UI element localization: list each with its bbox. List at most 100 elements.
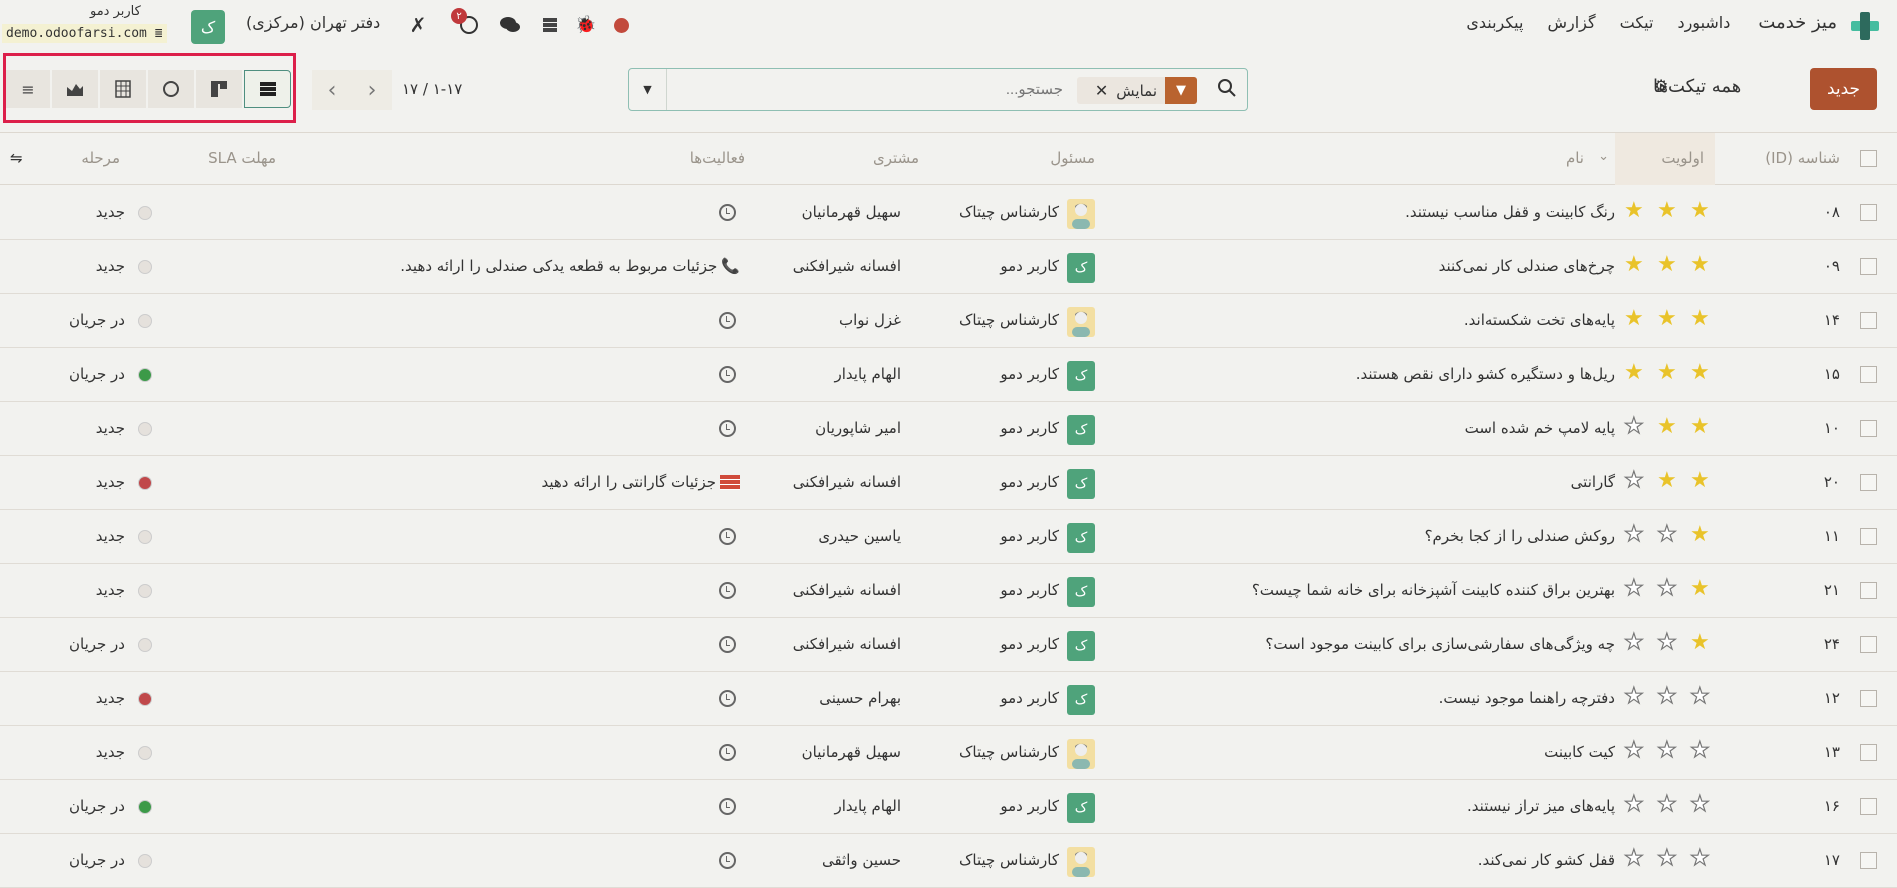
status-dot-icon[interactable] [614,18,629,33]
priority-star-icon[interactable]: ★ [1624,254,1644,276]
row-checkbox[interactable] [1860,528,1877,545]
activity-clock-icon[interactable] [719,312,736,329]
sort-chevron-icon[interactable]: ⌄ [1598,149,1609,164]
row-checkbox[interactable] [1860,582,1877,599]
activity-clock-icon[interactable] [719,582,736,599]
kanban-state-icon[interactable] [138,584,152,598]
column-customer[interactable]: مشتری [873,149,919,167]
priority-star-icon[interactable]: ★ [1623,793,1644,816]
priority-star-icon[interactable]: ★ [1657,254,1677,276]
priority-star-icon[interactable]: ★ [1689,793,1710,816]
table-row[interactable]: ۱۰ ★ ★ ★ پایه لامپ خم شده است ک کاربر دمو … [0,402,1897,456]
kanban-state-icon[interactable] [138,746,152,760]
chat-icon[interactable] [496,10,524,40]
view-list-button[interactable] [244,70,291,108]
tools-icon[interactable]: ✗ [404,10,432,40]
priority-star-icon[interactable]: ★ [1624,200,1644,222]
column-name[interactable]: نام [1566,149,1584,167]
priority-star-icon[interactable]: ★ [1657,308,1677,330]
app-name[interactable]: میز خدمت [1758,12,1837,33]
column-priority[interactable]: اولویت [1661,149,1704,167]
priority-star-icon[interactable]: ★ [1656,631,1677,654]
priority-star-icon[interactable]: ★ [1689,685,1710,708]
row-checkbox[interactable] [1860,420,1877,437]
kanban-state-icon[interactable] [138,260,152,274]
row-checkbox[interactable] [1860,744,1877,761]
table-row[interactable]: ۱۶ ★ ★ ★ پایه‌های میز تراز نیستند. ک کاربر… [0,780,1897,834]
table-row[interactable]: ۱۳ ★ ★ ★ کیت کابینت کارشناس چیتاک سهیل قهر… [0,726,1897,780]
row-checkbox[interactable] [1860,474,1877,491]
kanban-state-icon[interactable] [138,854,152,868]
row-checkbox[interactable] [1860,258,1877,275]
priority-star-icon[interactable]: ★ [1623,631,1644,654]
kanban-state-icon[interactable] [138,314,152,328]
priority-star-icon[interactable]: ★ [1657,470,1677,492]
menu-configuration[interactable]: پیکربندی [1466,13,1523,32]
priority-star-icon[interactable]: ★ [1690,470,1710,492]
priority-star-icon[interactable]: ★ [1690,254,1710,276]
kanban-state-icon[interactable] [138,368,152,382]
activity-button[interactable]: ۲ [451,8,483,40]
optional-columns-icon[interactable]: ⇋ [10,149,23,167]
view-activity-button[interactable] [148,70,195,108]
priority-star-icon[interactable]: ★ [1690,200,1710,222]
priority-star-icon[interactable]: ★ [1656,577,1677,600]
kanban-state-icon[interactable] [138,692,152,706]
row-checkbox[interactable] [1860,312,1877,329]
view-pivot-button[interactable] [100,70,147,108]
priority-star-icon[interactable]: ★ [1623,577,1644,600]
table-row[interactable]: ۱۲ ★ ★ ★ دفترچه راهنما موجود نیست. ک کاربر… [0,672,1897,726]
view-cohort-button[interactable]: ≡ [6,70,51,108]
row-checkbox[interactable] [1860,798,1877,815]
activity-clock-icon[interactable] [719,204,736,221]
user-avatar[interactable]: ک [191,10,225,44]
priority-star-icon[interactable]: ★ [1623,739,1644,762]
kanban-state-icon[interactable] [138,206,152,220]
kanban-state-icon[interactable] [138,476,152,490]
table-row[interactable]: ۲۰ ★ ★ ★ گارانتی ک کاربر دمو افسانه شیرافک… [0,456,1897,510]
menu-dashboard[interactable]: داشبورد [1677,13,1730,32]
priority-star-icon[interactable]: ★ [1690,524,1710,546]
user-name[interactable]: کاربر دمو [90,4,141,19]
view-kanban-button[interactable] [196,70,243,108]
priority-star-icon[interactable]: ★ [1690,632,1710,654]
row-checkbox[interactable] [1860,690,1877,707]
priority-star-icon[interactable]: ★ [1656,793,1677,816]
priority-star-icon[interactable]: ★ [1656,739,1677,762]
kanban-state-icon[interactable] [138,800,152,814]
activity-clock-icon[interactable] [719,636,736,653]
table-row[interactable]: ۱۵ ★ ★ ★ ریل‌ها و دستگیره کشو دارای نقص هس… [0,348,1897,402]
view-graph-button[interactable] [52,70,99,108]
menu-reporting[interactable]: گزارش [1547,13,1595,32]
menu-tickets[interactable]: تیکت [1620,13,1654,32]
column-responsible[interactable]: مسئول [1050,149,1095,167]
activity-clock-icon[interactable] [719,690,736,707]
priority-star-icon[interactable]: ★ [1624,362,1644,384]
activity-clock-icon[interactable] [719,852,736,869]
select-all-checkbox[interactable] [1860,150,1877,167]
row-checkbox[interactable] [1860,366,1877,383]
server-icon[interactable] [536,10,564,40]
priority-star-icon[interactable]: ★ [1657,200,1677,222]
activity-clock-icon[interactable] [719,420,736,437]
priority-star-icon[interactable]: ★ [1656,523,1677,546]
activity-clock-icon[interactable] [719,366,736,383]
priority-star-icon[interactable]: ★ [1623,415,1644,438]
priority-star-icon[interactable]: ★ [1624,308,1644,330]
priority-star-icon[interactable]: ★ [1690,578,1710,600]
table-row[interactable]: ۰۹ ★ ★ ★ چرخ‌های صندلی کار نمی‌کنند ک کارب… [0,240,1897,294]
activity-summary[interactable]: جزئیات گارانتی را ارائه دهید [541,473,740,491]
priority-star-icon[interactable]: ★ [1690,362,1710,384]
table-row[interactable]: ۲۱ ★ ★ ★ بهترین براق کننده کابینت آشپزخانه… [0,564,1897,618]
kanban-state-icon[interactable] [138,422,152,436]
column-stage[interactable]: مرحله [81,149,120,167]
kanban-state-icon[interactable] [138,638,152,652]
priority-star-icon[interactable]: ★ [1656,847,1677,870]
row-checkbox[interactable] [1860,636,1877,653]
activity-clock-icon[interactable] [719,798,736,815]
row-checkbox[interactable] [1860,204,1877,221]
column-sla[interactable]: مهلت SLA [208,149,276,167]
priority-star-icon[interactable]: ★ [1623,847,1644,870]
activity-summary[interactable]: 📞جزئیات مربوط به قطعه یدکی صندلی را ارائ… [400,257,740,275]
helpdesk-logo-icon[interactable] [1851,12,1879,40]
